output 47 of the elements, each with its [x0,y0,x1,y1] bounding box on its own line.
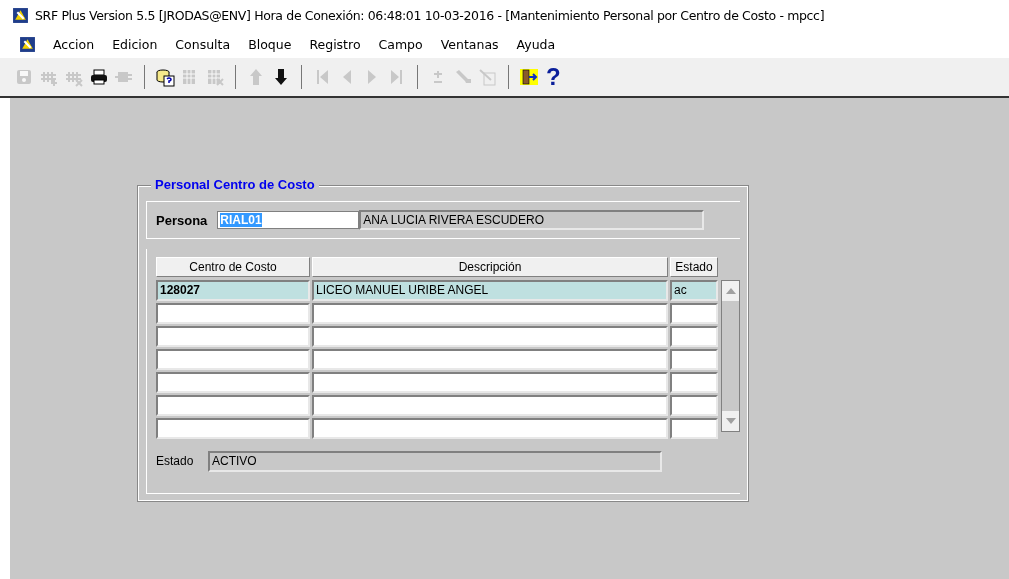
menu-item[interactable]: Bloque [239,36,301,52]
table-cell[interactable]: 128027 [156,280,310,301]
column-header: Estado [670,257,718,277]
menu-item[interactable]: Ayuda [507,36,565,52]
menu-item[interactable]: Registro [300,36,370,52]
empty-cell[interactable] [312,395,668,416]
empty-cell[interactable] [156,372,310,393]
scroll-up-icon[interactable] [725,288,736,294]
empty-cell[interactable] [156,303,310,324]
scroll-down-icon[interactable] [725,418,736,424]
empty-cell[interactable] [312,326,668,347]
exit-door-icon[interactable] [519,67,539,87]
empty-cell[interactable] [312,349,668,370]
empty-cell[interactable] [670,372,718,393]
empty-cell[interactable] [156,395,310,416]
app-icon [19,35,36,53]
empty-cell[interactable] [670,303,718,324]
menu-item[interactable]: Campo [369,36,432,52]
column-header: Descripción [312,257,668,277]
estado-label: Estado [156,454,195,468]
table-cell[interactable]: LICEO MANUEL URIBE ANGEL [312,280,668,301]
help-button[interactable]: ? [544,65,563,89]
empty-cell[interactable] [670,326,718,347]
persona-name-field: ANA LUCIA RIVERA ESCUDERO [359,210,705,230]
window-title: SRF Plus Version 5.5 [JRODAS@ENV] Hora de Conexión: 06:48:01 10-03-2016 - [Mantenimiento Personal por Centro de Costo - mpcc] [35,7,825,23]
menu-item[interactable]: Consulta [166,36,240,52]
menu-item[interactable]: Accion [44,36,104,52]
empty-cell[interactable] [156,349,310,370]
empty-cell[interactable] [312,418,668,439]
scrollbar[interactable] [721,280,740,432]
empty-cell[interactable] [156,326,310,347]
column-header: Centro de Costo [156,257,310,277]
estado-field: ACTIVO [208,450,662,472]
persona-label: Persona [156,212,208,228]
empty-cell[interactable] [670,349,718,370]
empty-cell[interactable] [670,418,718,439]
empty-cell[interactable] [312,372,668,393]
app-icon [12,6,29,24]
empty-cell[interactable] [312,303,668,324]
empty-cell[interactable] [156,418,310,439]
table-cell[interactable]: ac [670,280,718,301]
printer-icon[interactable] [89,67,109,87]
query-icon[interactable] [155,67,175,87]
panel-title: Personal Centro de Costo [151,177,319,192]
menu-item[interactable]: Ventanas [431,36,508,52]
menu-item[interactable]: Edicion [103,36,167,52]
empty-cell[interactable] [670,395,718,416]
